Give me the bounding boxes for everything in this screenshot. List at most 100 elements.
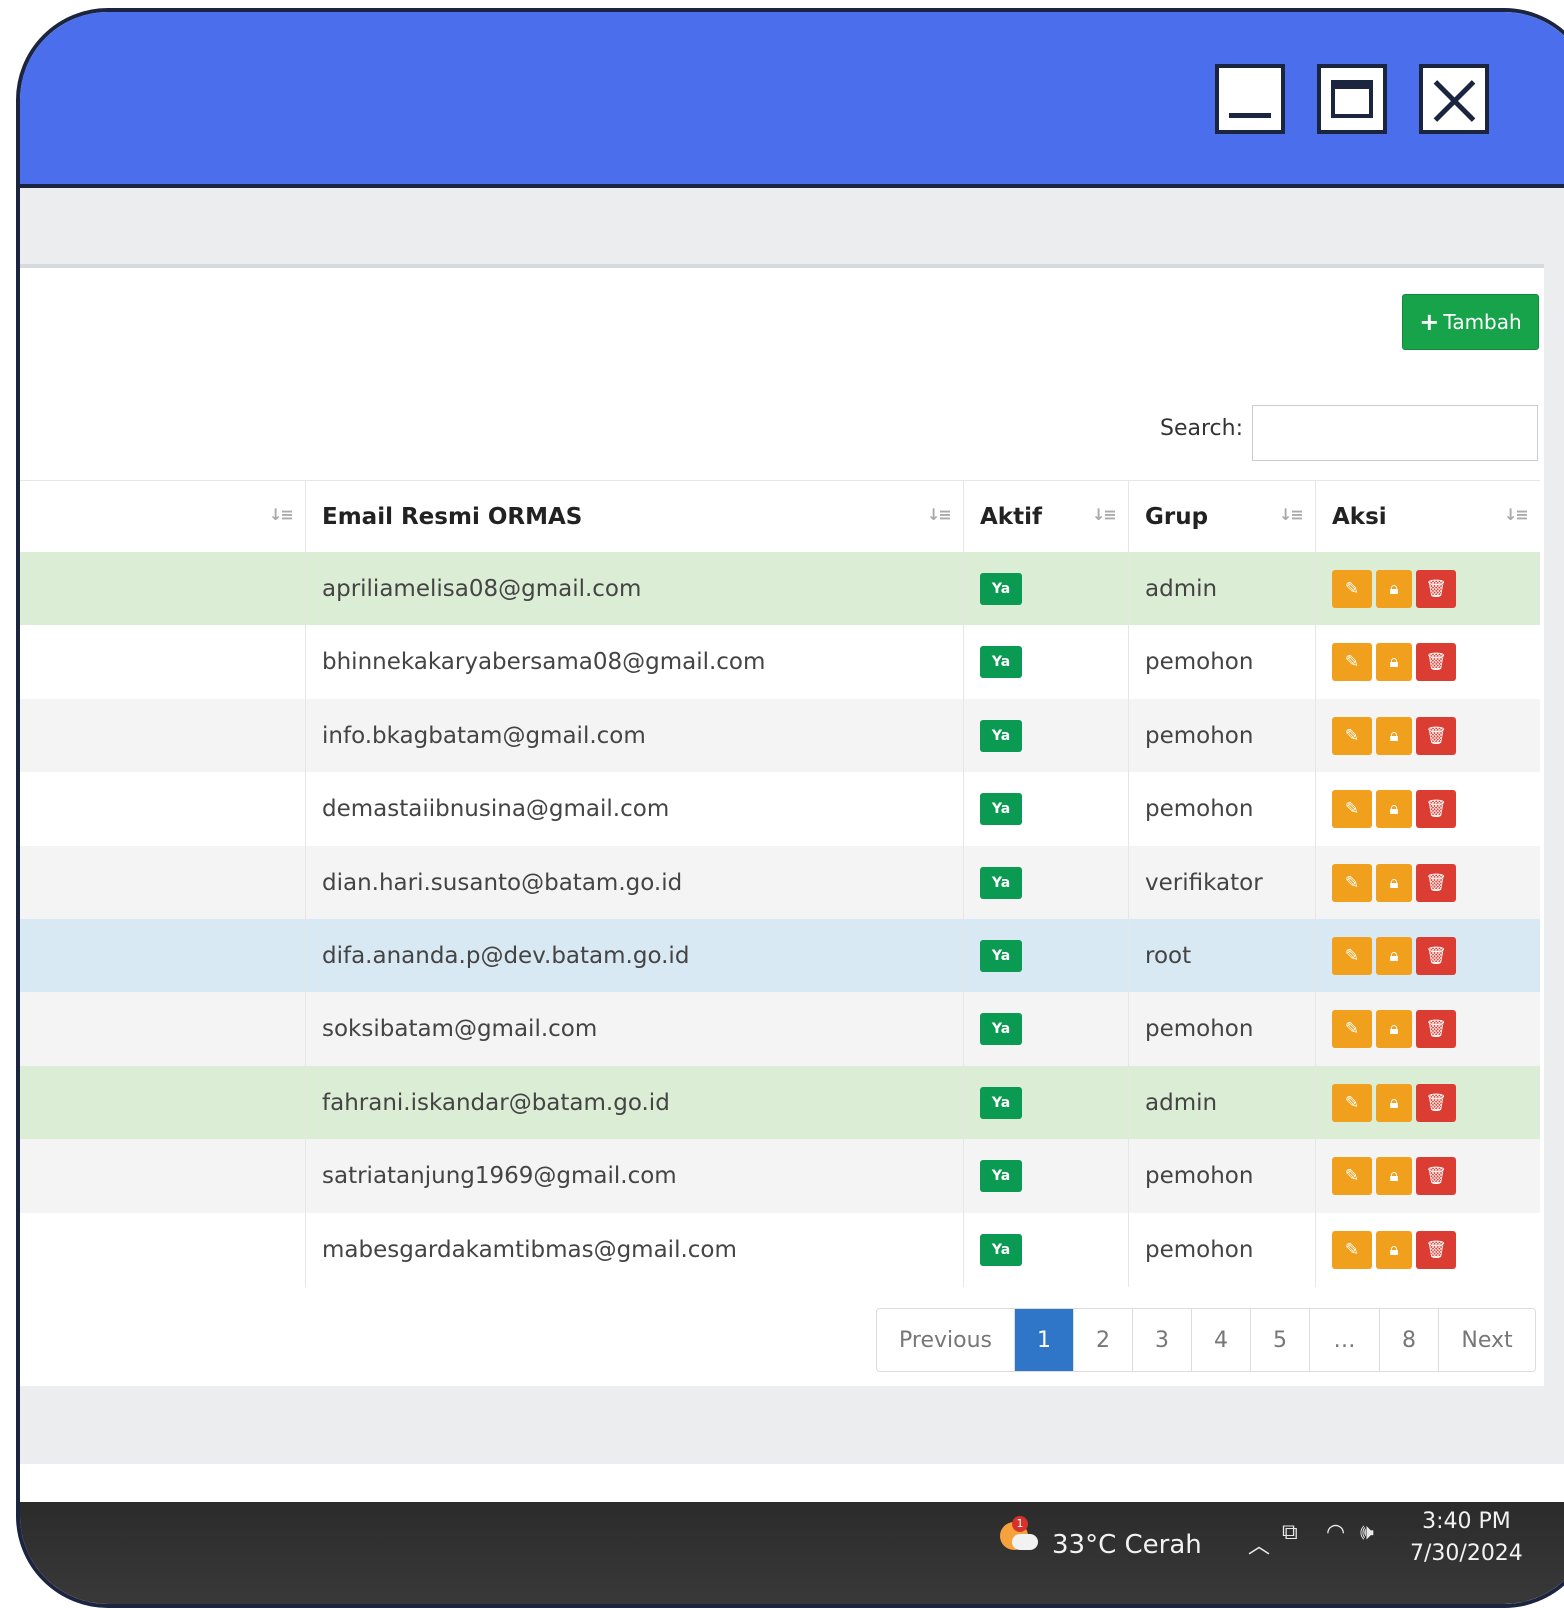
weather-icon[interactable]: 1 [998,1516,1038,1552]
email-text: mabesgardakamtibmas@gmail.com [322,1236,737,1263]
aktif-badge: Ya [980,573,1022,605]
aktif-badge: Ya [980,719,1022,752]
header-aksi[interactable]: Aksi ↓≡ [1316,481,1540,553]
delete-button[interactable]: 🗑︎ [1416,937,1456,975]
lock-icon: 🔒︎ [1389,725,1399,746]
lock-button[interactable]: 🔒︎ [1376,570,1412,608]
table-row: soksibatam@gmail.com Ya pemohon ✎ 🔒︎ 🗑︎ [20,992,1540,1067]
volume-icon[interactable]: 🕪 [1360,1520,1374,1545]
delete-button[interactable]: 🗑︎ [1416,716,1456,755]
delete-button[interactable]: 🗑︎ [1416,790,1456,829]
users-card: + Tambah Search: ↓≡ Email Resmi ORMAS ↓≡… [20,264,1544,1390]
page-3-button[interactable]: 3 [1133,1309,1192,1371]
cell-previous-column [20,845,306,920]
table-row: mabesgardakamtibmas@gmail.com Ya pemohon ✎ 🔒… [20,1212,1540,1287]
page-5-button[interactable]: 5 [1251,1309,1310,1371]
aktif-cell: Ya [964,1139,1129,1214]
grup-text: pemohon [1145,649,1254,676]
lock-button[interactable]: 🔒︎ [1376,937,1412,975]
email-cell: soksibatam@gmail.com [306,992,964,1067]
lock-button[interactable]: 🔒︎ [1376,1157,1412,1196]
lock-icon: 🔒︎ [1389,946,1399,966]
delete-button[interactable]: 🗑︎ [1416,1010,1456,1049]
grup-text: root [1145,943,1192,969]
lock-button[interactable]: 🔒︎ [1376,1230,1412,1269]
edit-button[interactable]: ✎ [1332,863,1372,902]
delete-button[interactable]: 🗑︎ [1416,1230,1456,1269]
edit-button[interactable]: ✎ [1332,1157,1372,1196]
lock-button[interactable]: 🔒︎ [1376,1083,1412,1122]
cell-previous-column [20,698,306,773]
lock-button[interactable]: 🔒︎ [1376,643,1412,682]
aktif-badge: Ya [980,646,1022,679]
lock-button[interactable]: 🔒︎ [1376,863,1412,902]
previous-button[interactable]: Previous [877,1309,1015,1371]
header-email-label: Email Resmi ORMAS [322,504,583,530]
header-email[interactable]: Email Resmi ORMAS ↓≡ [306,481,964,553]
aktif-badge: Ya [980,940,1022,972]
cell-previous-column [20,992,306,1067]
header-grup[interactable]: Grup ↓≡ [1129,481,1316,553]
clock-date: 7/30/2024 [1410,1541,1523,1566]
add-button[interactable]: + Tambah [1402,294,1539,350]
delete-button[interactable]: 🗑︎ [1416,643,1456,682]
meet-now-icon[interactable]: ⧉ [1282,1520,1298,1545]
delete-button[interactable]: 🗑︎ [1416,570,1456,608]
edit-button[interactable]: ✎ [1332,643,1372,682]
page-1-button[interactable]: 1 [1015,1309,1074,1371]
edit-icon: ✎ [1344,1166,1360,1187]
page-8-button[interactable]: 8 [1380,1309,1439,1371]
delete-button[interactable]: 🗑︎ [1416,1157,1456,1196]
aktif-cell: Ya [964,1065,1129,1140]
wifi-icon[interactable]: ◠ [1326,1520,1345,1545]
page-2-button[interactable]: 2 [1074,1309,1133,1371]
search-label: Search: [1160,416,1243,441]
aksi-cell: ✎ 🔒︎ 🗑︎ [1316,1213,1540,1287]
chevron-up-icon[interactable]: ︿ [1248,1528,1270,1560]
trash-icon: 🗑︎ [1425,946,1447,966]
edit-button[interactable]: ✎ [1332,1010,1372,1049]
lock-button[interactable]: 🔒︎ [1376,716,1412,755]
delete-button[interactable]: 🗑︎ [1416,863,1456,902]
edit-button[interactable]: ✎ [1332,1083,1372,1122]
aksi-cell: ✎ 🔒︎ 🗑︎ [1316,846,1540,920]
clock[interactable]: 3:40 PM 7/30/2024 [1410,1506,1523,1570]
trash-icon: 🗑︎ [1425,1092,1447,1113]
edit-button[interactable]: ✎ [1332,716,1372,755]
grup-cell: pemohon [1129,992,1316,1067]
page-4-button[interactable]: 4 [1192,1309,1251,1371]
edit-icon: ✎ [1344,872,1360,893]
cell-previous-column [20,1139,306,1214]
lock-button[interactable]: 🔒︎ [1376,790,1412,829]
edit-icon: ✎ [1344,1092,1360,1113]
lock-icon: 🔒︎ [1389,1092,1399,1113]
grup-text: verifikator [1145,869,1263,896]
cell-previous-column [20,1065,306,1140]
edit-button[interactable]: ✎ [1332,937,1372,975]
header-aktif[interactable]: Aktif ↓≡ [964,481,1129,553]
minimize-button[interactable] [1215,64,1285,134]
lock-button[interactable]: 🔒︎ [1376,1010,1412,1049]
email-cell: mabesgardakamtibmas@gmail.com [306,1212,964,1287]
trash-icon: 🗑︎ [1425,1239,1447,1260]
aktif-cell: Ya [964,625,1129,700]
trash-icon: 🗑︎ [1425,799,1447,820]
lock-icon: 🔒︎ [1389,1166,1399,1187]
edit-button[interactable]: ✎ [1332,570,1372,608]
edit-icon: ✎ [1344,1019,1360,1040]
edit-button[interactable]: ✎ [1332,1230,1372,1269]
close-button[interactable] [1419,64,1489,134]
edit-button[interactable]: ✎ [1332,790,1372,829]
grup-cell: pemohon [1129,772,1316,847]
weather-text[interactable]: 33°C Cerah [1052,1530,1202,1560]
page-header-band [20,188,1560,268]
maximize-button[interactable] [1317,64,1387,134]
header-previous-column[interactable]: ↓≡ [20,481,306,553]
delete-button[interactable]: 🗑︎ [1416,1083,1456,1122]
header-aktif-label: Aktif [980,504,1042,530]
email-text: apriliamelisa08@gmail.com [322,576,642,602]
search-input[interactable] [1252,405,1538,461]
next-button[interactable]: Next [1439,1309,1535,1371]
sort-icon: ↓≡ [927,505,952,524]
taskbar: 1 33°C Cerah ︿ ⧉ ◠ 🕪 3:40 PM 7/30/2024 [20,1502,1564,1604]
